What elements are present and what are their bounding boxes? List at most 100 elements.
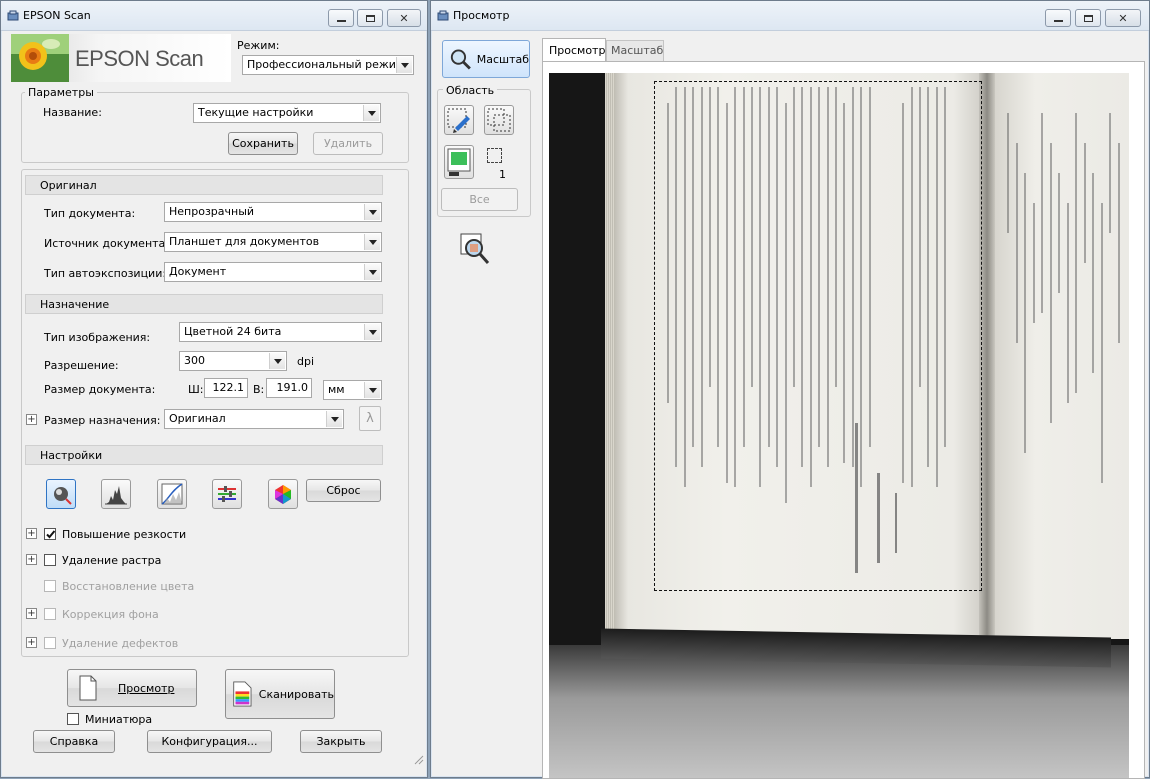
autoexposure-select[interactable]: Документ [164, 262, 382, 282]
close-button[interactable]: Закрыть [300, 730, 382, 753]
page-text-line [709, 87, 711, 387]
help-button[interactable]: Справка [33, 730, 115, 753]
autoexposure-value: Документ [169, 265, 227, 278]
page-edges [605, 73, 615, 653]
preview-titlebar[interactable]: Просмотр ✕ [431, 1, 1149, 31]
option-label: Коррекция фона [62, 608, 159, 621]
image-adjust-tool[interactable] [212, 479, 242, 509]
tab-zoom[interactable]: Масштаб [606, 40, 664, 61]
maximize-button[interactable] [357, 9, 383, 27]
page-heading-line [877, 473, 880, 563]
option-checkbox[interactable] [44, 528, 56, 540]
option-checkbox[interactable] [44, 554, 56, 566]
page-text-line [902, 103, 905, 483]
mode-select[interactable]: Профессиональный режим [242, 55, 414, 75]
save-button[interactable]: Сохранить [228, 132, 298, 155]
scan-button-label: Сканировать [258, 687, 334, 701]
target-size-expander[interactable]: + [26, 414, 37, 425]
preview-image-area[interactable] [549, 73, 1129, 778]
height-input[interactable]: 191.0 [266, 378, 312, 398]
marquee-copy-tool[interactable] [484, 105, 514, 135]
main-titlebar[interactable]: EPSON Scan ✕ [1, 1, 427, 31]
preview-minimize-button[interactable] [1045, 9, 1071, 27]
thumbnail-checkbox[interactable] [67, 713, 79, 725]
preview-maximize-button[interactable] [1075, 9, 1101, 27]
target-size-edit-icon[interactable]: λ [359, 406, 381, 431]
delete-button[interactable]: Удалить [313, 132, 383, 155]
page-text-line [843, 103, 846, 463]
doc-source-select[interactable]: Планшет для документов [164, 232, 382, 252]
page-text-line [734, 87, 737, 487]
all-button[interactable]: Все [441, 188, 518, 211]
option-checkbox[interactable] [44, 608, 56, 620]
image-type-select[interactable]: Цветной 24 бита [179, 322, 382, 342]
doc-type-select[interactable]: Непрозрачный [164, 202, 382, 222]
page-text-line [751, 87, 753, 387]
minimize-button[interactable] [328, 9, 354, 27]
doc-type-label: Тип документа: [44, 207, 136, 220]
marquee-draw-tool[interactable] [444, 105, 474, 135]
name-select[interactable]: Текущие настройки [193, 103, 381, 123]
chevron-down-icon [364, 382, 380, 398]
mode-select-value: Профессиональный режим [247, 58, 405, 71]
color-palette-tool[interactable] [268, 479, 298, 509]
option-expander[interactable]: + [26, 608, 37, 619]
page-text-line [851, 87, 854, 467]
target-size-select[interactable]: Оригинал [164, 409, 344, 429]
page-text-line [927, 87, 930, 467]
option-expander[interactable]: + [26, 528, 37, 539]
page-text-line [935, 87, 938, 487]
zoom-marquee-tool[interactable] [459, 232, 491, 268]
page-text-line [692, 87, 695, 447]
name-select-value: Текущие настройки [198, 106, 314, 119]
resize-grip-icon[interactable] [412, 753, 424, 765]
tone-curve-tool[interactable] [157, 479, 187, 509]
scan-button[interactable]: Сканировать [225, 669, 335, 719]
zoom-button[interactable]: Масштаб [442, 40, 530, 78]
chevron-down-icon [396, 57, 412, 73]
height-label: В: [253, 383, 265, 396]
page-text-line [809, 87, 812, 487]
option-label: Повышение резкости [62, 528, 187, 541]
page-heading-line [895, 493, 897, 553]
scan-page-icon [233, 681, 252, 707]
page-text-line [767, 87, 770, 447]
magnifier-icon [450, 49, 471, 70]
preview-close-button[interactable]: ✕ [1105, 9, 1141, 27]
flower-logo-icon [11, 34, 69, 82]
page-text-line [910, 87, 913, 487]
option-checkbox[interactable] [44, 580, 56, 592]
maximize-icon [1083, 14, 1093, 22]
configuration-button[interactable]: Конфигурация... [147, 730, 272, 753]
tone-curve-icon [161, 483, 183, 505]
preview-button-label: Просмотр [118, 681, 175, 695]
preview-button[interactable]: Просмотр [67, 669, 197, 707]
histogram-tool[interactable] [101, 479, 131, 509]
size-unit-select[interactable]: мм [323, 380, 382, 400]
histogram-icon [105, 486, 127, 505]
marquee-count-box-icon [487, 148, 502, 163]
doc-source-value: Планшет для документов [169, 235, 320, 248]
right-page-text-line [1092, 173, 1094, 373]
tab-preview[interactable]: Просмотр [542, 38, 606, 62]
logo-banner: EPSON Scan [11, 34, 231, 82]
right-page-text-line [1117, 143, 1120, 343]
option-expander[interactable]: + [26, 554, 37, 565]
reset-button[interactable]: Сброс [306, 479, 381, 502]
page-text-line [776, 87, 779, 467]
width-label: Ш: [188, 383, 204, 396]
right-page-text-line [1032, 203, 1035, 323]
image-type-value: Цветной 24 бита [184, 325, 282, 338]
option-checkbox[interactable] [44, 637, 56, 649]
option-expander[interactable]: + [26, 637, 37, 648]
auto-exposure-icon [54, 487, 72, 505]
auto-locate-icon [447, 148, 471, 176]
width-input[interactable]: 122.1 [204, 378, 248, 398]
auto-exposure-tool[interactable] [46, 479, 76, 509]
auto-locate-tool[interactable] [444, 145, 474, 179]
epson-scan-window: EPSON Scan ✕ EPSON Scan Режим: Профессио… [0, 0, 428, 778]
resolution-select[interactable]: 300 [179, 351, 287, 371]
close-window-button[interactable]: ✕ [387, 9, 421, 27]
name-label: Название: [43, 106, 102, 119]
target-size-value: Оригинал [169, 412, 226, 425]
